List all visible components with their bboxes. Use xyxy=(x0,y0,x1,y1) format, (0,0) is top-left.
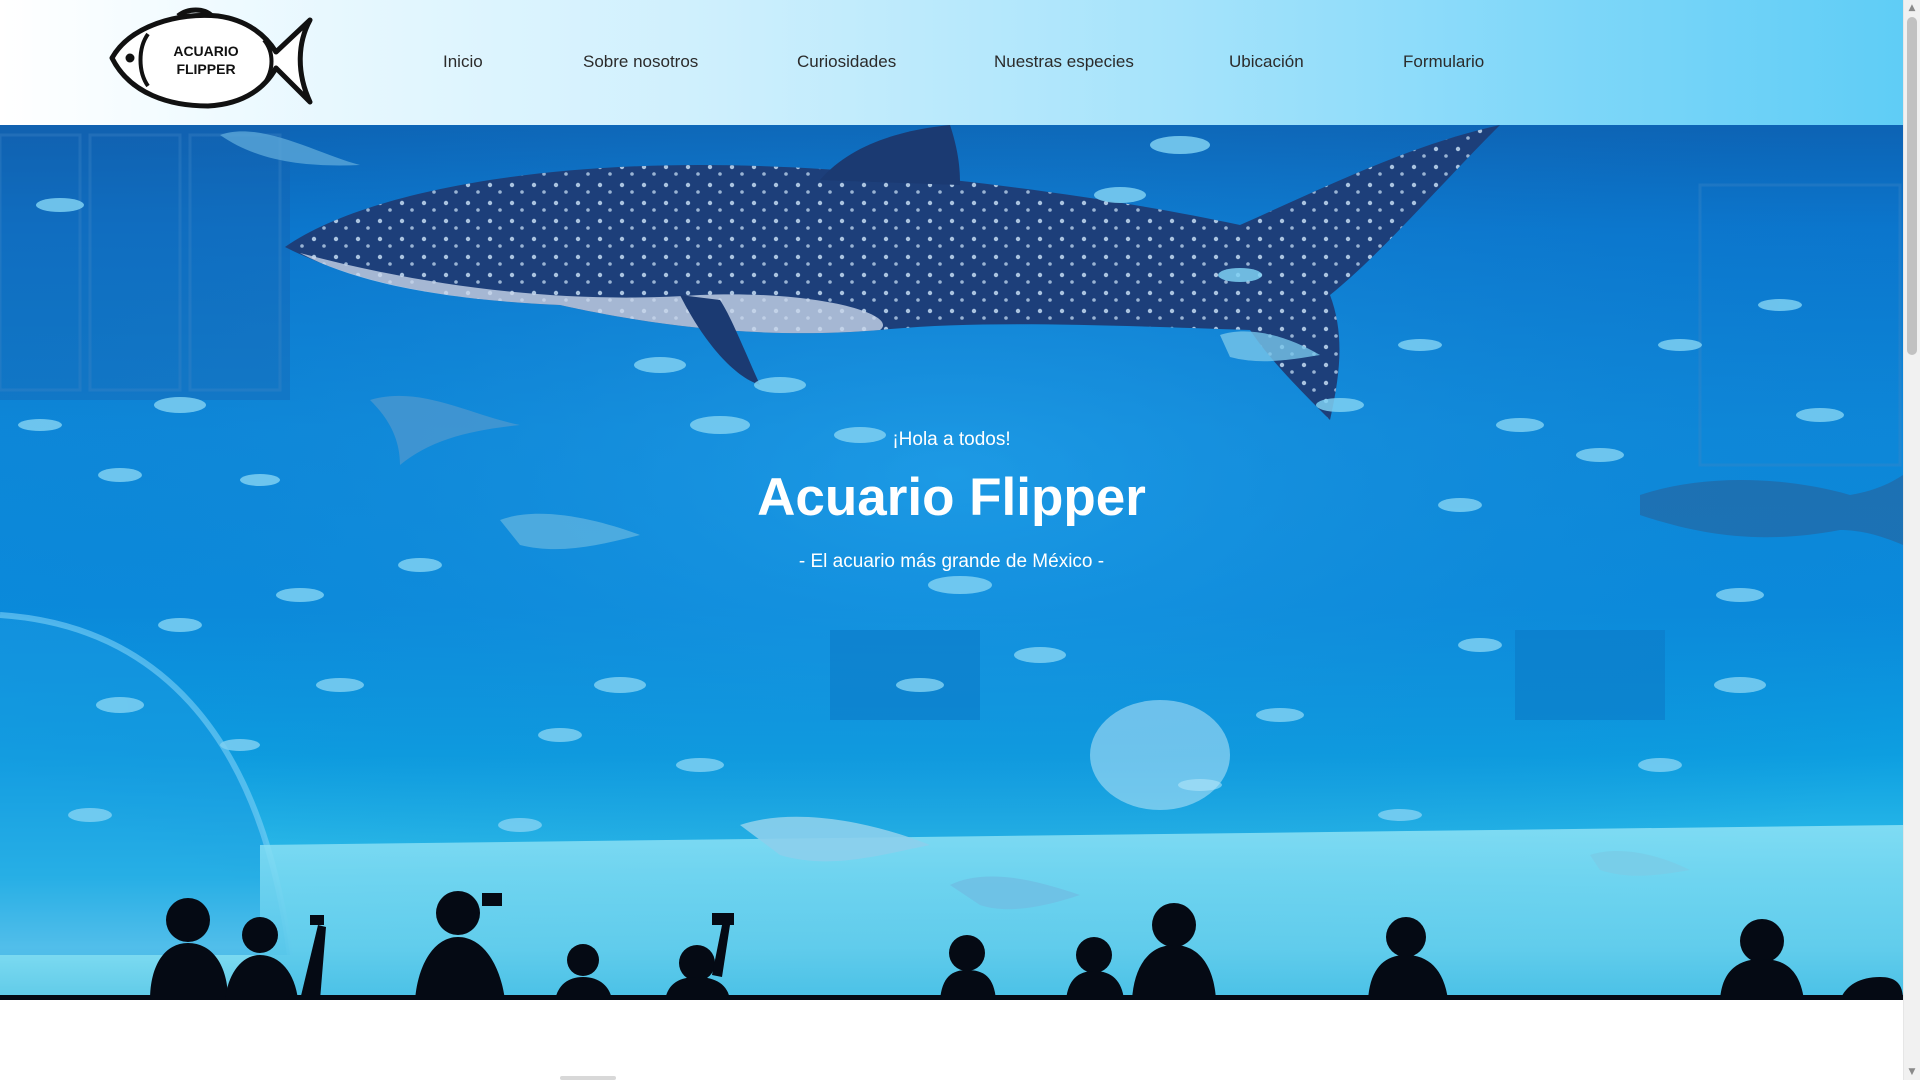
page-viewport: ACUARIO FLIPPER Inicio Sobre nosotros Cu… xyxy=(0,0,1903,1080)
nav-item-ubicacion[interactable]: Ubicación xyxy=(1229,50,1304,74)
vertical-scrollbar[interactable]: ▲ ▼ xyxy=(1903,0,1920,1080)
main-nav: Inicio Sobre nosotros Curiosidades Nuest… xyxy=(0,0,1903,125)
nav-item-formulario[interactable]: Formulario xyxy=(1403,50,1484,74)
about-section xyxy=(0,1000,1903,1080)
scrollbar-thumb[interactable] xyxy=(1907,17,1917,355)
nav-item-sobre-nosotros[interactable]: Sobre nosotros xyxy=(583,50,698,74)
chevron-down-icon[interactable]: ▼ xyxy=(1904,1064,1920,1080)
hero-subtitle: - El acuario más grande de México - xyxy=(798,551,1105,572)
nav-item-curiosidades[interactable]: Curiosidades xyxy=(797,50,896,74)
section-image-fragment xyxy=(560,1076,616,1080)
nav-item-nuestras-especies[interactable]: Nuestras especies xyxy=(994,50,1134,74)
nav-item-inicio[interactable]: Inicio xyxy=(443,50,483,74)
chevron-up-icon[interactable]: ▲ xyxy=(1904,0,1920,16)
site-header: ACUARIO FLIPPER Inicio Sobre nosotros Cu… xyxy=(0,0,1903,125)
hero-banner: ¡Hola a todos! Acuario Flipper - El acua… xyxy=(0,125,1903,1000)
hero-title: Acuario Flipper xyxy=(757,468,1146,527)
hero-greeting: ¡Hola a todos! xyxy=(892,429,1011,450)
